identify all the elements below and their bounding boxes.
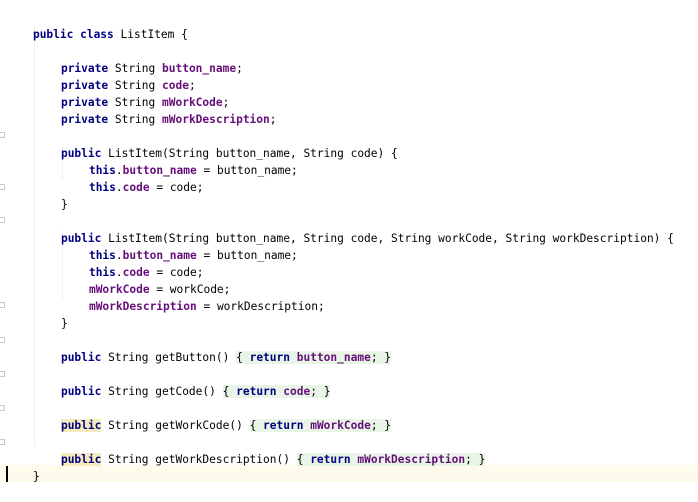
code-text: = button_name;	[196, 249, 298, 262]
keyword: return	[236, 385, 277, 398]
code-text: }	[60, 317, 68, 330]
code-text: String getWorkCode()	[101, 419, 250, 432]
code-text: ; }	[310, 385, 331, 398]
keyword: this	[88, 181, 116, 194]
keyword: return	[310, 453, 351, 466]
fold-marker-icon[interactable]	[0, 405, 5, 411]
code-text: ; }	[370, 419, 392, 432]
code-text: String getCode()	[101, 385, 223, 398]
field-name: code	[122, 181, 150, 194]
code-text: {	[236, 351, 250, 364]
code-text: {	[249, 419, 264, 432]
code-editor[interactable]: public class ListItem { private String b…	[0, 0, 698, 483]
keyword: public	[60, 453, 102, 466]
code-text: ;	[236, 62, 243, 75]
code-line[interactable]: this.button_name = button_name;	[62, 230, 298, 262]
code-line[interactable]: private String button_name;	[34, 43, 243, 75]
keyword: public	[60, 351, 102, 364]
code-text: ; }	[370, 351, 392, 364]
code-text: ListItem {	[113, 28, 188, 41]
code-line[interactable]: public String getWorkDescription() { ret…	[34, 434, 486, 466]
fold-marker-icon[interactable]	[0, 132, 5, 138]
folded-method-body[interactable]: { return code; }	[222, 385, 331, 398]
code-line[interactable]: }	[34, 179, 68, 211]
code-line[interactable]: this.button_name = button_name;	[62, 145, 298, 177]
folded-method-body[interactable]: { return mWorkDescription; }	[296, 453, 486, 466]
code-text: ; }	[465, 453, 486, 466]
code-text: .	[115, 181, 123, 194]
code-line[interactable]: public String getCode() { return code; }	[34, 366, 331, 398]
code-line[interactable]: public ListItem(String button_name, Stri…	[34, 213, 674, 245]
code-line[interactable]: private String mWorkCode;	[34, 77, 229, 109]
field-name: button_name	[290, 351, 371, 364]
keyword: return	[249, 351, 290, 364]
code-text: ;	[269, 113, 277, 126]
code-line[interactable]: public ListItem(String button_name, Stri…	[34, 128, 398, 160]
code-text: = code;	[149, 181, 204, 194]
fold-marker-icon[interactable]	[0, 184, 5, 190]
fold-marker-icon[interactable]	[0, 439, 5, 445]
code-text: {	[296, 453, 311, 466]
field-name: mWorkCode	[303, 419, 371, 432]
code-text: = workDescription;	[196, 300, 325, 313]
field-name: code	[276, 385, 311, 398]
fold-marker-icon[interactable]	[0, 337, 5, 343]
code-line[interactable]: this.code = code;	[62, 162, 204, 194]
code-line[interactable]: this.code = code;	[62, 247, 204, 279]
keyword: return	[263, 419, 304, 432]
folded-method-body[interactable]: { return button_name; }	[236, 351, 392, 364]
keyword: public class	[32, 28, 114, 41]
code-text: String	[108, 113, 162, 126]
code-text: String getButton()	[101, 351, 237, 364]
code-text: {	[222, 385, 237, 398]
code-line[interactable]: }	[6, 451, 40, 483]
keyword: private	[60, 113, 109, 126]
fold-marker-icon[interactable]	[0, 217, 5, 223]
code-text: }	[60, 198, 68, 211]
field-name: mWorkDescription	[162, 113, 270, 126]
code-line[interactable]: public String getButton() { return butto…	[34, 332, 392, 364]
fold-marker-icon[interactable]	[0, 302, 5, 308]
code-line[interactable]: mWorkCode = workCode;	[62, 264, 230, 296]
gutter	[0, 0, 8, 482]
code-line[interactable]: public String getWorkCode() { return mWo…	[34, 400, 392, 432]
fold-marker-icon[interactable]	[0, 371, 5, 377]
code-line[interactable]: private String mWorkDescription;	[34, 94, 277, 126]
folded-method-body[interactable]: { return mWorkCode; }	[249, 419, 392, 432]
code-line[interactable]: private String code;	[34, 60, 196, 92]
text-caret	[6, 466, 8, 482]
field-name: mWorkDescription	[350, 453, 466, 466]
code-text: = button_name;	[196, 164, 298, 177]
keyword: public	[60, 385, 102, 398]
keyword: public	[60, 419, 102, 432]
code-line[interactable]: mWorkDescription = workDescription;	[62, 281, 325, 313]
code-text: }	[32, 470, 40, 483]
field-name: mWorkDescription	[88, 300, 197, 313]
code-line[interactable]: public class ListItem {	[6, 9, 188, 41]
code-text: String getWorkDescription()	[101, 453, 297, 466]
code-line[interactable]: }	[34, 298, 68, 330]
